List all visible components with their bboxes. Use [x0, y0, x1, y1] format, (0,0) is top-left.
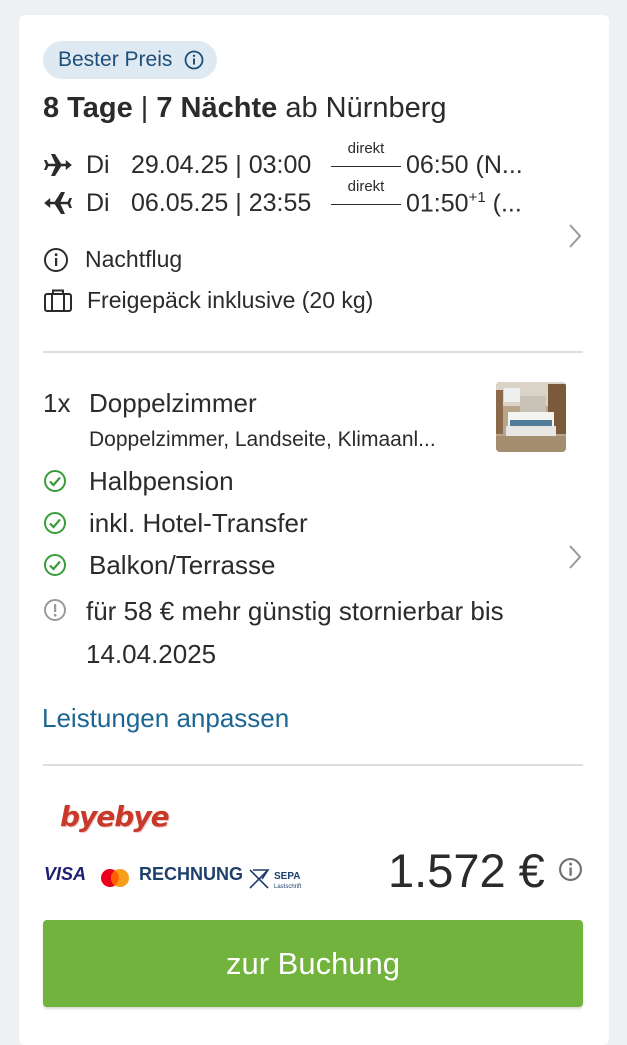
feature-label: inkl. Hotel-Transfer: [89, 508, 308, 538]
feature-label: Balkon/Terrasse: [89, 550, 276, 580]
trip-origin: ab Nürnberg: [277, 92, 447, 124]
room-description: Doppelzimmer, Landseite, Klimaanl...: [89, 428, 436, 451]
check-circle-icon: [44, 512, 66, 534]
info-icon[interactable]: [558, 857, 583, 882]
return-arrival: 01:50+1 (...: [406, 189, 522, 218]
feature-label: Halbpension: [89, 466, 234, 496]
check-circle-icon: [44, 554, 66, 576]
room-quantity: 1x: [43, 388, 71, 418]
return-direct-label: direkt: [347, 178, 385, 195]
return-arrival-suffix: (...: [485, 189, 522, 218]
room-name: Doppelzimmer: [89, 388, 257, 418]
trip-nights: 7 Nächte: [156, 92, 278, 124]
outbound-direct-label: direkt: [347, 140, 385, 157]
best-price-badge[interactable]: Bester Preis: [43, 41, 218, 79]
room-photo[interactable]: [496, 382, 566, 452]
visa-logo: VISA: [44, 864, 87, 884]
sepa-sublabel: Lastschrift: [274, 884, 302, 890]
return-arrival-day-offset: +1: [468, 189, 486, 206]
return-direct: direkt: [331, 178, 401, 216]
luggage-icon: [44, 289, 72, 312]
trip-title: 8 Tage | 7 Nächte ab Nürnberg: [43, 92, 447, 125]
sepa-label: SEPA: [274, 871, 301, 882]
outbound-arrival: 06:50 (N...: [406, 151, 523, 179]
return-datetime: 06.05.25 | 23:55: [131, 189, 312, 217]
plane-departure-icon: [44, 154, 72, 176]
check-circle-icon: [44, 470, 66, 492]
luggage-note: Freigepäck inklusive (20 kg): [43, 287, 373, 314]
trip-separator: |: [132, 92, 157, 124]
plane-return-icon: [44, 192, 72, 214]
operator-logo: byebye: [60, 800, 170, 833]
luggage-label: Freigepäck inklusive (20 kg): [87, 287, 374, 313]
return-day: Di: [86, 189, 110, 217]
info-icon: [44, 247, 68, 272]
exclamation-circle-icon: [44, 599, 66, 621]
book-button-label: zur Buchung: [225, 945, 401, 981]
book-button[interactable]: zur Buchung: [43, 920, 583, 1007]
trip-duration: 8 Tage: [43, 92, 133, 124]
invoice-logo: RECHNUNG: [139, 864, 244, 884]
chevron-right-icon[interactable]: [567, 222, 583, 250]
mastercard-logo: [101, 869, 129, 887]
total-price: 1.572 €: [388, 844, 545, 897]
info-icon[interactable]: [184, 50, 204, 70]
outbound-flight-row[interactable]: Di 29.04.25 | 03:00 direkt 06:50 (N...: [43, 140, 543, 184]
outbound-day: Di: [86, 151, 110, 179]
outbound-direct: direkt: [331, 140, 401, 178]
return-flight-row[interactable]: Di 06.05.25 | 23:55 direkt 01:50+1 (...: [43, 178, 543, 222]
night-flight-note: Nachtflug: [43, 246, 182, 273]
return-arrival-time: 01:50: [406, 189, 469, 218]
divider: [43, 764, 583, 766]
room-title: 1x Doppelzimmer: [43, 388, 257, 419]
divider: [43, 351, 583, 353]
sepa-logo: SEPA Lastschrift: [249, 869, 302, 890]
cancellation-text: für 58 € mehr günstig stornierbar bis 14…: [86, 596, 504, 669]
chevron-right-icon[interactable]: [567, 543, 583, 571]
customize-services-link[interactable]: Leistungen anpassen: [42, 703, 289, 734]
outbound-datetime: 29.04.25 | 03:00: [131, 151, 312, 179]
night-flight-label: Nachtflug: [85, 246, 183, 272]
best-price-label: Bester Preis: [58, 48, 173, 71]
